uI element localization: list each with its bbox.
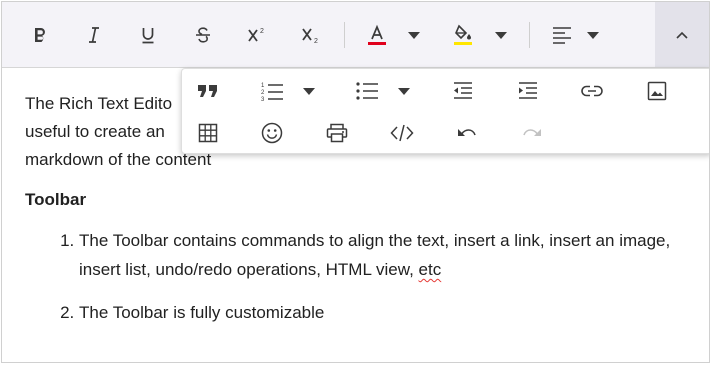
background-color-dropdown[interactable] bbox=[486, 15, 516, 55]
unordered-list-button[interactable] bbox=[347, 71, 387, 111]
paragraph-line-2: useful to create an bbox=[25, 122, 165, 141]
content-heading: Toolbar bbox=[25, 190, 87, 209]
blockquote-icon bbox=[198, 85, 217, 97]
emoji-icon bbox=[261, 122, 283, 144]
list-item: The Toolbar contains commands to align t… bbox=[79, 226, 689, 284]
alignment-dropdown[interactable] bbox=[578, 15, 608, 55]
list-item-text: The Toolbar is fully customizable bbox=[79, 303, 325, 322]
insert-table-button[interactable] bbox=[188, 113, 228, 153]
spellcheck-word: etc bbox=[418, 260, 442, 279]
italic-button[interactable] bbox=[74, 15, 114, 55]
align-left-icon bbox=[553, 27, 571, 44]
italic-icon bbox=[89, 27, 99, 43]
chevron-down-icon bbox=[495, 32, 507, 39]
font-color-button[interactable] bbox=[357, 15, 397, 55]
svg-text:3: 3 bbox=[261, 97, 265, 101]
insert-link-button[interactable] bbox=[572, 71, 612, 111]
strikethrough-icon bbox=[196, 27, 210, 43]
print-icon bbox=[326, 123, 348, 143]
table-icon bbox=[198, 123, 218, 143]
unordered-list-dropdown[interactable] bbox=[389, 71, 419, 111]
underline-button[interactable] bbox=[128, 15, 168, 55]
chevron-down-icon bbox=[408, 32, 420, 39]
subscript-button[interactable]: 2 bbox=[291, 15, 331, 55]
svg-text:1: 1 bbox=[261, 83, 265, 89]
alignment-button[interactable] bbox=[542, 15, 582, 55]
image-icon bbox=[647, 81, 667, 101]
bold-button[interactable] bbox=[20, 15, 60, 55]
code-view-button[interactable] bbox=[382, 113, 422, 153]
undo-icon bbox=[458, 129, 476, 136]
background-color-icon bbox=[454, 24, 472, 45]
outdent-icon bbox=[454, 82, 472, 99]
toolbar-separator bbox=[529, 22, 530, 48]
redo-icon bbox=[523, 129, 541, 136]
superscript-button[interactable]: 2 bbox=[237, 15, 277, 55]
font-color-icon bbox=[368, 24, 386, 45]
toolbar: 2 2 bbox=[2, 2, 709, 68]
chevron-down-icon bbox=[303, 88, 315, 95]
indent-icon bbox=[519, 82, 537, 99]
insert-image-button[interactable] bbox=[637, 71, 677, 111]
toolbar-expand-toggle[interactable] bbox=[655, 2, 709, 67]
superscript-icon: 2 bbox=[248, 28, 264, 42]
svg-text:2: 2 bbox=[260, 28, 264, 35]
chevron-down-icon bbox=[398, 88, 410, 95]
emoji-button[interactable] bbox=[252, 113, 292, 153]
rich-text-editor: The Rich Text Edito useful to create an … bbox=[1, 1, 710, 363]
font-color-dropdown[interactable] bbox=[399, 15, 429, 55]
unordered-list-icon bbox=[356, 82, 378, 100]
toolbar-separator bbox=[344, 22, 345, 48]
strikethrough-button[interactable] bbox=[183, 15, 223, 55]
paragraph-line-1: The Rich Text Edito bbox=[25, 94, 173, 113]
redo-button[interactable] bbox=[512, 113, 552, 153]
code-view-icon bbox=[390, 124, 414, 142]
content-list: The Toolbar contains commands to align t… bbox=[25, 226, 689, 327]
link-icon bbox=[581, 85, 603, 97]
background-color-button[interactable] bbox=[443, 15, 483, 55]
undo-button[interactable] bbox=[447, 113, 487, 153]
ordered-list-button[interactable]: 123 bbox=[252, 71, 292, 111]
ordered-list-icon: 123 bbox=[261, 83, 283, 101]
chevron-down-icon bbox=[587, 32, 599, 39]
toolbar-overflow-popup: 123 bbox=[181, 68, 709, 154]
ordered-list-dropdown[interactable] bbox=[294, 71, 324, 111]
subscript-icon: 2 bbox=[302, 28, 318, 45]
list-item: The Toolbar is fully customizable bbox=[79, 298, 689, 327]
bold-icon bbox=[35, 28, 45, 42]
underline-icon bbox=[142, 28, 154, 44]
list-item-text: The Toolbar contains commands to align t… bbox=[79, 231, 671, 279]
chevron-up-icon bbox=[676, 31, 688, 39]
print-button[interactable] bbox=[317, 113, 357, 153]
blockquote-button[interactable] bbox=[188, 71, 228, 111]
svg-text:2: 2 bbox=[261, 90, 265, 96]
outdent-button[interactable] bbox=[443, 71, 483, 111]
svg-text:2: 2 bbox=[314, 38, 318, 45]
indent-button[interactable] bbox=[508, 71, 548, 111]
